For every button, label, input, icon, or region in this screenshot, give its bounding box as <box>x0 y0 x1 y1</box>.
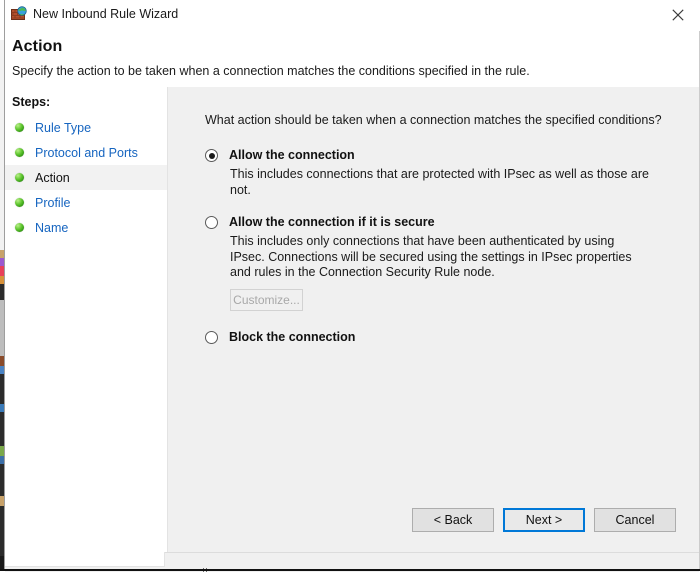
radio-row[interactable]: Block the connection <box>205 329 675 347</box>
sidebar-item-label: Protocol and Ports <box>35 146 138 160</box>
step-bullet-icon <box>15 148 24 157</box>
radio-allow-if-secure[interactable] <box>205 216 218 229</box>
radio-label: Allow the connection if it is secure <box>229 214 435 230</box>
wizard-header: Action Specify the action to be taken wh… <box>5 30 699 86</box>
cancel-button[interactable]: Cancel <box>594 508 676 532</box>
sidebar-item-rule-type[interactable]: Rule Type <box>5 115 167 140</box>
radio-description: This includes connections that are prote… <box>230 167 650 198</box>
page-title: Action <box>12 38 62 56</box>
sidebar-item-label: Name <box>35 221 68 235</box>
radio-block-the-connection[interactable] <box>205 331 218 344</box>
firewall-brick-globe-icon <box>11 6 27 22</box>
title-bar: New Inbound Rule Wizard <box>5 0 700 31</box>
content-question: What action should be taken when a conne… <box>205 113 662 127</box>
radio-label: Block the connection <box>229 329 355 345</box>
next-button[interactable]: Next > <box>503 508 585 532</box>
option-block-the-connection: Block the connection <box>205 329 675 347</box>
step-bullet-icon <box>15 123 24 132</box>
back-button[interactable]: < Back <box>412 508 494 532</box>
sidebar-item-label: Rule Type <box>35 121 91 135</box>
window-title: New Inbound Rule Wizard <box>33 6 178 22</box>
customize-button: Customize... <box>230 289 303 311</box>
radio-row[interactable]: Allow the connection <box>205 147 675 165</box>
steps-sidebar: Steps: Rule Type Protocol and Ports Acti… <box>5 87 168 552</box>
steps-list: Rule Type Protocol and Ports Action Prof… <box>5 115 167 240</box>
radio-description: This includes only connections that have… <box>230 234 650 281</box>
sidebar-bottom-filler <box>5 552 165 567</box>
sidebar-item-profile[interactable]: Profile <box>5 190 167 215</box>
sidebar-item-label: Profile <box>35 196 70 210</box>
sidebar-item-action[interactable]: Action <box>5 165 167 190</box>
radio-allow-the-connection[interactable] <box>205 149 218 162</box>
action-radio-group: Allow the connection This includes conne… <box>205 147 675 351</box>
radio-row[interactable]: Allow the connection if it is secure <box>205 214 675 232</box>
sidebar-item-protocol-and-ports[interactable]: Protocol and Ports <box>5 140 167 165</box>
step-bullet-icon <box>15 198 24 207</box>
step-bullet-icon <box>15 223 24 232</box>
wizard-window: New Inbound Rule Wizard Action Specify t… <box>0 0 700 571</box>
dialog-button-row: < Back Next > Cancel <box>412 508 676 532</box>
next-button-label: Next > <box>526 513 562 527</box>
cancel-button-label: Cancel <box>616 513 655 527</box>
page-description: Specify the action to be taken when a co… <box>12 64 530 78</box>
customize-button-label: Customize... <box>233 293 300 307</box>
option-allow-the-connection-if-it-is-secure: Allow the connection if it is secure Thi… <box>205 214 675 311</box>
close-icon <box>672 9 684 21</box>
radio-label: Allow the connection <box>229 147 355 163</box>
content-panel: What action should be taken when a conne… <box>168 87 699 552</box>
sidebar-item-name[interactable]: Name <box>5 215 167 240</box>
wizard-body: Steps: Rule Type Protocol and Ports Acti… <box>5 87 699 552</box>
steps-title: Steps: <box>12 95 50 109</box>
sidebar-item-label: Action <box>35 171 70 185</box>
option-allow-the-connection: Allow the connection This includes conne… <box>205 147 675 198</box>
step-bullet-icon <box>15 173 24 182</box>
back-button-label: < Back <box>434 513 473 527</box>
close-button[interactable] <box>655 0 700 30</box>
